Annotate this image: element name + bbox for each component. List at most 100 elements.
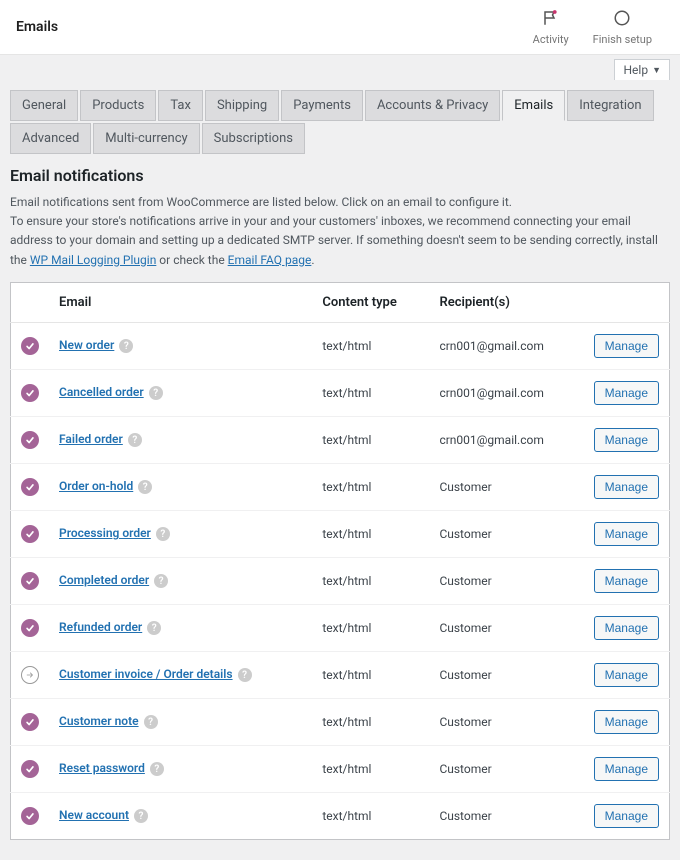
recipients-cell: Customer <box>429 557 583 604</box>
status-enabled-icon <box>21 384 39 402</box>
recipients-cell: Customer <box>429 698 583 745</box>
manage-button[interactable]: Manage <box>594 381 659 405</box>
help-icon[interactable]: ? <box>119 339 133 353</box>
manage-button[interactable]: Manage <box>594 616 659 640</box>
help-icon[interactable]: ? <box>134 809 148 823</box>
manage-button[interactable]: Manage <box>594 334 659 358</box>
table-row: New account? text/htmlCustomer Manage <box>11 792 670 839</box>
recipients-cell: Customer <box>429 463 583 510</box>
status-manual-icon <box>21 666 39 684</box>
email-name-link[interactable]: Processing order <box>59 526 151 540</box>
col-status <box>11 282 50 322</box>
email-faq-link[interactable]: Email FAQ page <box>228 253 312 267</box>
help-icon[interactable]: ? <box>149 386 163 400</box>
content-type-cell: text/html <box>312 463 429 510</box>
table-row: Customer note? text/htmlCustomer Manage <box>11 698 670 745</box>
help-icon[interactable]: ? <box>147 621 161 635</box>
circle-icon <box>613 9 631 33</box>
col-recipients: Recipient(s) <box>429 282 583 322</box>
email-name-link[interactable]: New order <box>59 338 114 352</box>
status-enabled-icon <box>21 760 39 778</box>
recipients-cell: Customer <box>429 792 583 839</box>
table-row: Cancelled order? text/htmlcrn001@gmail.co… <box>11 369 670 416</box>
table-row: Customer invoice / Order details? text/ht… <box>11 651 670 698</box>
email-name-link[interactable]: Customer invoice / Order details <box>59 667 233 681</box>
page-title: Emails <box>16 19 58 35</box>
email-notifications-table: Email Content type Recipient(s) New orde… <box>10 282 670 840</box>
section-description: Email notifications sent from WooCommerc… <box>10 193 670 270</box>
content-type-cell: text/html <box>312 416 429 463</box>
email-name-link[interactable]: Refunded order <box>59 620 142 634</box>
finish-setup-button[interactable]: Finish setup <box>581 9 664 46</box>
recipients-cell: Customer <box>429 510 583 557</box>
tab-products[interactable]: Products <box>80 90 156 121</box>
content-type-cell: text/html <box>312 369 429 416</box>
manage-button[interactable]: Manage <box>594 710 659 734</box>
tab-general[interactable]: General <box>10 90 78 121</box>
tab-tax[interactable]: Tax <box>158 90 203 121</box>
help-icon[interactable]: ? <box>150 762 164 776</box>
help-icon[interactable]: ? <box>144 715 158 729</box>
tab-multi-currency[interactable]: Multi-currency <box>93 123 199 154</box>
tab-subscriptions[interactable]: Subscriptions <box>202 123 305 154</box>
col-name: Email <box>49 282 312 322</box>
tab-shipping[interactable]: Shipping <box>205 90 279 121</box>
tab-emails[interactable]: Emails <box>502 90 565 121</box>
content-type-cell: text/html <box>312 322 429 369</box>
email-name-link[interactable]: Failed order <box>59 432 123 446</box>
tab-accounts-privacy[interactable]: Accounts & Privacy <box>365 90 500 121</box>
status-enabled-icon <box>21 572 39 590</box>
manage-button[interactable]: Manage <box>594 428 659 452</box>
content-type-cell: text/html <box>312 604 429 651</box>
recipients-cell: Customer <box>429 604 583 651</box>
col-content-type: Content type <box>312 282 429 322</box>
content-type-cell: text/html <box>312 745 429 792</box>
status-enabled-icon <box>21 431 39 449</box>
status-enabled-icon <box>21 807 39 825</box>
manage-button[interactable]: Manage <box>594 569 659 593</box>
status-enabled-icon <box>21 619 39 637</box>
manage-button[interactable]: Manage <box>594 475 659 499</box>
status-enabled-icon <box>21 713 39 731</box>
tab-integration[interactable]: Integration <box>567 90 653 121</box>
top-bar: Emails Activity Finish setup <box>0 0 680 55</box>
table-row: Failed order?text/htmlcrn001@gmail.comMa… <box>11 416 670 463</box>
flag-icon <box>542 9 560 33</box>
help-icon[interactable]: ? <box>154 574 168 588</box>
help-icon[interactable]: ? <box>156 527 170 541</box>
activity-button[interactable]: Activity <box>521 9 581 46</box>
tab-payments[interactable]: Payments <box>281 90 363 121</box>
email-name-link[interactable]: Completed order <box>59 573 149 587</box>
table-row: Reset password? text/htmlCustomer Manage <box>11 745 670 792</box>
col-action <box>584 282 670 322</box>
manage-button[interactable]: Manage <box>594 522 659 546</box>
email-name-link[interactable]: Customer note <box>59 714 139 728</box>
help-icon[interactable]: ? <box>138 480 152 494</box>
content-type-cell: text/html <box>312 698 429 745</box>
tab-advanced[interactable]: Advanced <box>10 123 91 154</box>
content-type-cell: text/html <box>312 651 429 698</box>
email-name-link[interactable]: Cancelled order <box>59 385 144 399</box>
content-type-cell: text/html <box>312 510 429 557</box>
chevron-down-icon: ▼ <box>652 65 661 76</box>
recipients-cell: crn001@gmail.com <box>429 369 583 416</box>
email-name-link[interactable]: Reset password <box>59 761 145 775</box>
email-name-link[interactable]: Order on-hold <box>59 479 133 493</box>
manage-button[interactable]: Manage <box>594 757 659 781</box>
help-tab[interactable]: Help ▼ <box>614 59 670 80</box>
table-row: Refunded order? text/htmlCustomer Manage <box>11 604 670 651</box>
recipients-cell: Customer <box>429 745 583 792</box>
manage-button[interactable]: Manage <box>594 663 659 687</box>
status-enabled-icon <box>21 478 39 496</box>
content-type-cell: text/html <box>312 557 429 604</box>
wp-mail-logging-link[interactable]: WP Mail Logging Plugin <box>30 253 156 267</box>
table-row: Order on-hold? text/htmlCustomer Manage <box>11 463 670 510</box>
recipients-cell: crn001@gmail.com <box>429 322 583 369</box>
help-icon[interactable]: ? <box>128 433 142 447</box>
email-name-link[interactable]: New account <box>59 808 129 822</box>
table-row: Completed order? text/htmlCustomer Manage <box>11 557 670 604</box>
manage-button[interactable]: Manage <box>594 804 659 828</box>
help-icon[interactable]: ? <box>238 668 252 682</box>
settings-tabs: GeneralProductsTaxShippingPaymentsAccoun… <box>10 90 670 154</box>
content-type-cell: text/html <box>312 792 429 839</box>
